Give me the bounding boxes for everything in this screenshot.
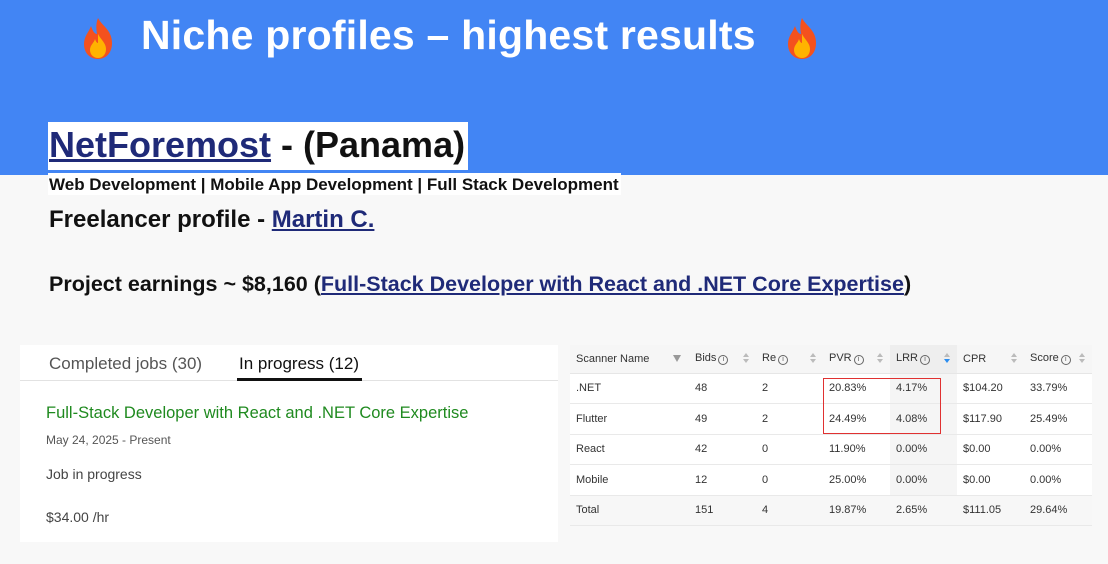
- services-line: Web Development | Mobile App Development…: [48, 173, 621, 195]
- cell-pvr: 19.87%: [823, 495, 890, 526]
- cell-scanner-name: Flutter: [570, 403, 689, 435]
- active-tab-indicator: [237, 378, 362, 381]
- column-header-bids[interactable]: Bids i: [689, 345, 756, 374]
- job-status: Job in progress: [46, 466, 142, 482]
- column-header-pvr[interactable]: PVR i: [823, 345, 890, 374]
- cell-score: 33.79%: [1024, 373, 1092, 404]
- filter-icon[interactable]: [673, 355, 681, 362]
- jobs-card: Completed jobs (30) In progress (12) Ful…: [20, 345, 558, 542]
- cell-lrr: 4.17%: [890, 373, 957, 404]
- sort-icon[interactable]: [1011, 353, 1018, 365]
- column-header-cpr[interactable]: CPR: [957, 345, 1024, 374]
- cell-pvr: 11.90%: [823, 434, 890, 465]
- info-icon[interactable]: i: [853, 355, 864, 366]
- cell-cpr: $104.20: [957, 373, 1024, 404]
- earnings-label: Project earnings ~ $8,160 (: [49, 272, 321, 296]
- freelancer-label: Freelancer profile -: [49, 206, 272, 233]
- fire-icon: [84, 18, 112, 59]
- company-link[interactable]: NetForemost: [49, 124, 271, 165]
- sort-icon[interactable]: [1079, 353, 1086, 365]
- company-heading: NetForemost - (Panama): [48, 122, 469, 170]
- earnings-close: ): [903, 272, 912, 296]
- cell-scanner-name: .NET: [570, 373, 689, 404]
- cell-lrr: 0.00%: [890, 434, 957, 465]
- cell-scanner-name: Total: [570, 495, 689, 526]
- cell-score: 29.64%: [1024, 495, 1092, 526]
- cell-re: 0: [756, 434, 823, 465]
- cell-scanner-name: React: [570, 434, 689, 465]
- info-icon[interactable]: i: [718, 355, 729, 366]
- cell-bids: 12: [689, 464, 756, 496]
- cell-bids: 48: [689, 373, 756, 404]
- cell-score: 25.49%: [1024, 403, 1092, 435]
- cell-bids: 151: [689, 495, 756, 526]
- cell-pvr: 25.00%: [823, 464, 890, 496]
- cell-bids: 49: [689, 403, 756, 435]
- info-icon[interactable]: i: [778, 355, 789, 366]
- table-total-row: Total 151 4 19.87% 2.65% $111.05 29.64%: [570, 495, 1092, 526]
- cell-lrr: 2.65%: [890, 495, 957, 526]
- scanner-table: Scanner Name Bids i Re i PVR i LRR i CPR Sco…: [570, 345, 1092, 526]
- cell-lrr: 4.08%: [890, 403, 957, 435]
- cell-cpr: $117.90: [957, 403, 1024, 435]
- cell-cpr: $0.00: [957, 434, 1024, 465]
- column-header-lrr[interactable]: LRR i: [890, 345, 957, 374]
- cell-score: 0.00%: [1024, 464, 1092, 496]
- cell-pvr: 24.49%: [823, 403, 890, 435]
- freelancer-profile-link[interactable]: Martin C.: [272, 206, 375, 233]
- freelancer-line: Freelancer profile - Martin C.: [49, 206, 374, 234]
- fire-icon: [788, 18, 816, 59]
- column-header-scanner-name[interactable]: Scanner Name: [570, 345, 689, 374]
- slide-title: Niche profiles – highest results: [141, 12, 756, 58]
- info-icon[interactable]: i: [920, 355, 931, 366]
- job-dates: May 24, 2025 - Present: [46, 433, 171, 447]
- cell-re: 4: [756, 495, 823, 526]
- cell-pvr: 20.83%: [823, 373, 890, 404]
- sort-desc-icon[interactable]: [944, 353, 951, 365]
- cell-cpr: $111.05: [957, 495, 1024, 526]
- project-link[interactable]: Full-Stack Developer with React and .NET…: [321, 272, 904, 296]
- table-row: Mobile 12 0 25.00% 0.00% $0.00 0.00%: [570, 464, 1092, 496]
- sort-icon[interactable]: [743, 353, 750, 365]
- jobs-tabs: Completed jobs (30) In progress (12): [20, 345, 558, 381]
- tab-completed-jobs[interactable]: Completed jobs (30): [49, 354, 202, 374]
- cell-re: 0: [756, 464, 823, 496]
- column-header-re[interactable]: Re i: [756, 345, 823, 374]
- company-country: - (Panama): [271, 124, 466, 165]
- column-header-score[interactable]: Score i: [1024, 345, 1092, 374]
- cell-scanner-name: Mobile: [570, 464, 689, 496]
- info-icon[interactable]: i: [1060, 355, 1071, 366]
- sort-icon[interactable]: [877, 353, 884, 365]
- table-row: .NET 48 2 20.83% 4.17% $104.20 33.79%: [570, 373, 1092, 404]
- table-header-row: Scanner Name Bids i Re i PVR i LRR i CPR Sco…: [570, 345, 1092, 374]
- earnings-line: Project earnings ~ $8,160 (Full-Stack De…: [49, 272, 911, 297]
- job-rate: $34.00 /hr: [46, 509, 110, 525]
- cell-re: 2: [756, 403, 823, 435]
- cell-bids: 42: [689, 434, 756, 465]
- cell-score: 0.00%: [1024, 434, 1092, 465]
- job-title-link[interactable]: Full-Stack Developer with React and .NET…: [46, 404, 468, 423]
- cell-re: 2: [756, 373, 823, 404]
- cell-cpr: $0.00: [957, 464, 1024, 496]
- sort-icon[interactable]: [810, 353, 817, 365]
- tab-in-progress[interactable]: In progress (12): [239, 354, 359, 374]
- table-row: React 42 0 11.90% 0.00% $0.00 0.00%: [570, 434, 1092, 465]
- table-row: Flutter 49 2 24.49% 4.08% $117.90 25.49%: [570, 403, 1092, 435]
- cell-lrr: 0.00%: [890, 464, 957, 496]
